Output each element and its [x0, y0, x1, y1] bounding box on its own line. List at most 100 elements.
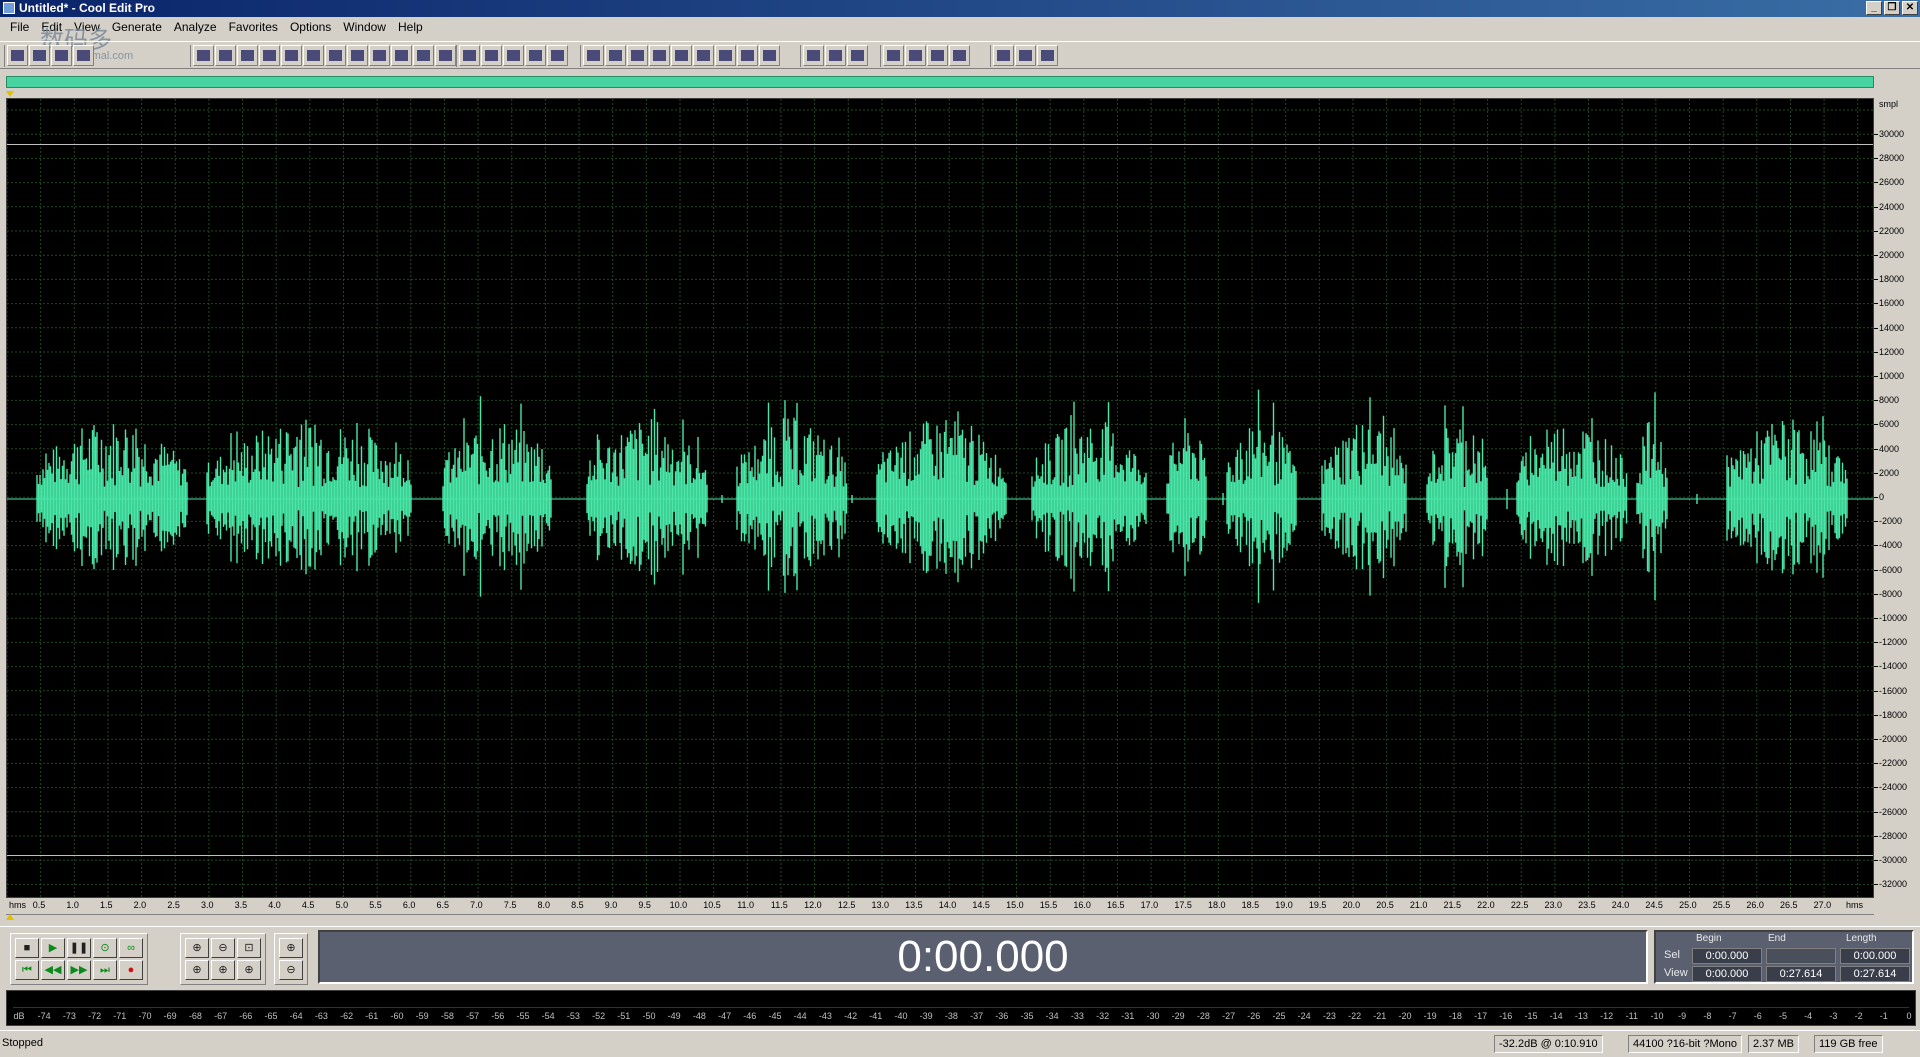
- y-tick-label: -16000: [1879, 685, 1908, 696]
- toolbar-button[interactable]: [413, 45, 434, 66]
- y-tick: [1874, 134, 1878, 135]
- cursor-level: -32.2dB @ 0:10.910: [1494, 1035, 1603, 1053]
- toolbar-button[interactable]: [281, 45, 302, 66]
- go-to-end-button[interactable]: ⏭: [93, 960, 117, 980]
- x-tick-label: 15.0: [1006, 900, 1024, 910]
- toolbar-button[interactable]: [649, 45, 670, 66]
- toolbar-button[interactable]: [1037, 45, 1058, 66]
- toolbar-button[interactable]: [949, 45, 970, 66]
- toolbar-button[interactable]: [237, 45, 258, 66]
- playhead-marker[interactable]: [6, 914, 14, 920]
- overview-marker[interactable]: [6, 91, 14, 97]
- toolbar-button[interactable]: [459, 45, 480, 66]
- view-length-field[interactable]: 0:27.614: [1840, 966, 1910, 982]
- toolbar-button[interactable]: [825, 45, 846, 66]
- toolbar-button[interactable]: [7, 45, 28, 66]
- menu-help[interactable]: Help: [392, 17, 429, 37]
- sample-format: 44100 ?16-bit ?Mono: [1628, 1035, 1742, 1053]
- toolbar-button[interactable]: [73, 45, 94, 66]
- toolbar-button[interactable]: [193, 45, 214, 66]
- waveform-display[interactable]: [6, 98, 1874, 898]
- view-end-field[interactable]: 0:27.614: [1766, 966, 1836, 982]
- zoom-selection-icon[interactable]: ⊕: [237, 960, 261, 980]
- toolbar-button[interactable]: [347, 45, 368, 66]
- toolbar-button[interactable]: [905, 45, 926, 66]
- toolbar-button[interactable]: [503, 45, 524, 66]
- menu-generate[interactable]: Generate: [106, 17, 168, 37]
- toolbar-button[interactable]: [325, 45, 346, 66]
- toolbar-icon: [741, 50, 754, 61]
- toolbar-button[interactable]: [671, 45, 692, 66]
- y-tick-label: 12000: [1879, 346, 1905, 357]
- meter-tick-label: -69: [163, 1011, 177, 1021]
- restore-button[interactable]: ❐: [1884, 1, 1900, 15]
- go-to-start-button[interactable]: ⏮: [15, 960, 39, 980]
- stop-button[interactable]: ■: [15, 938, 39, 958]
- toolbar-button[interactable]: [215, 45, 236, 66]
- time-ruler[interactable]: hms hms 0.5 1.0 1.5 2.0 2.5 3.0 3.5 4.0 4.5 5.0 5.…: [6, 898, 1874, 915]
- meter-tick-label: -60: [390, 1011, 404, 1021]
- menu-window[interactable]: Window: [337, 17, 392, 37]
- toolbar-button[interactable]: [847, 45, 868, 66]
- y-tick: [1874, 497, 1878, 498]
- toolbar-button[interactable]: [51, 45, 72, 66]
- toolbar-button[interactable]: [693, 45, 714, 66]
- loop-button[interactable]: ∞: [119, 938, 143, 958]
- rewind-button[interactable]: ◀◀: [41, 960, 65, 980]
- overview-bar[interactable]: [6, 76, 1874, 88]
- toolbar-button[interactable]: [435, 45, 456, 66]
- toolbar-button[interactable]: [303, 45, 324, 66]
- level-meter-scale: dB -74 -73 -72 -71 -70 -69 -68 -67 -66 -65 -64 -63 -6…: [13, 1009, 1911, 1025]
- sel-length-field[interactable]: 0:00.000: [1840, 948, 1910, 964]
- menu-favorites[interactable]: Favorites: [223, 17, 284, 37]
- y-tick-label: -2000: [1879, 516, 1903, 527]
- toolbar-button[interactable]: [547, 45, 568, 66]
- vertical-zoom-out-icon[interactable]: ⊖: [279, 960, 303, 980]
- menu-options[interactable]: Options: [284, 17, 337, 37]
- toolbar-button[interactable]: [803, 45, 824, 66]
- play-button[interactable]: ▶: [41, 938, 65, 958]
- toolbar-button[interactable]: [1015, 45, 1036, 66]
- toolbar-button[interactable]: [737, 45, 758, 66]
- x-tick-label: 4.0: [268, 900, 281, 910]
- zoom-right-icon[interactable]: ⊕: [211, 960, 235, 980]
- sel-label: Sel: [1664, 949, 1680, 961]
- toolbar-button[interactable]: [605, 45, 626, 66]
- toolbar-button[interactable]: [391, 45, 412, 66]
- zoom-left-icon[interactable]: ⊕: [185, 960, 209, 980]
- close-button[interactable]: ✕: [1902, 1, 1918, 15]
- toolbar-button[interactable]: [759, 45, 780, 66]
- x-tick-label: 5.0: [335, 900, 349, 910]
- view-begin-field[interactable]: 0:00.000: [1692, 966, 1762, 982]
- toolbar-button[interactable]: [29, 45, 50, 66]
- amplitude-ruler: smpl 30000 28000 26000 24000 22000 20000 18000…: [1874, 98, 1914, 898]
- pause-button[interactable]: ❚❚: [67, 938, 91, 958]
- vertical-zoom-controls: ⊕ ⊖: [274, 933, 308, 985]
- toolbar-button[interactable]: [259, 45, 280, 66]
- vertical-zoom-in-icon[interactable]: ⊕: [279, 938, 303, 958]
- toolbar-button[interactable]: [583, 45, 604, 66]
- menu-bar: File Edit View Generate Analyze Favorite…: [0, 17, 1920, 37]
- toolbar-button[interactable]: [993, 45, 1014, 66]
- toolbar-button[interactable]: [883, 45, 904, 66]
- y-tick-label: -26000: [1879, 806, 1908, 817]
- toolbar-button[interactable]: [369, 45, 390, 66]
- record-button[interactable]: ●: [119, 960, 143, 980]
- sel-begin-field[interactable]: 0:00.000: [1692, 948, 1762, 964]
- app-icon[interactable]: [3, 2, 15, 14]
- minimize-button[interactable]: _: [1866, 1, 1882, 15]
- sel-end-field[interactable]: [1766, 948, 1836, 964]
- zoom-full-icon[interactable]: ⊡: [237, 938, 261, 958]
- fast-forward-button[interactable]: ▶▶: [67, 960, 91, 980]
- y-tick-label: -32000: [1879, 879, 1908, 890]
- toolbar-button[interactable]: [627, 45, 648, 66]
- menu-file[interactable]: File: [4, 17, 35, 37]
- toolbar-button[interactable]: [481, 45, 502, 66]
- toolbar-button[interactable]: [927, 45, 948, 66]
- zoom-out-icon[interactable]: ⊖: [211, 938, 235, 958]
- toolbar-button[interactable]: [525, 45, 546, 66]
- menu-analyze[interactable]: Analyze: [168, 17, 223, 37]
- play-to-end-button[interactable]: ⊙: [93, 938, 117, 958]
- toolbar-button[interactable]: [715, 45, 736, 66]
- zoom-in-icon[interactable]: ⊕: [185, 938, 209, 958]
